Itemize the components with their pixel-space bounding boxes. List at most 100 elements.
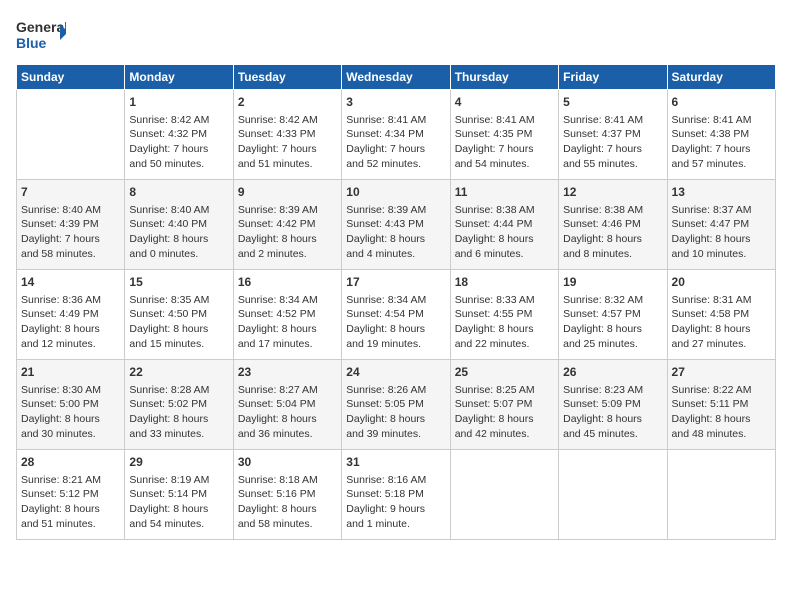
calendar-cell: 29 Sunrise: 8:19 AMSunset: 5:14 PMDayligh… bbox=[125, 450, 233, 540]
calendar-table: SundayMondayTuesdayWednesdayThursdayFrid… bbox=[16, 64, 776, 540]
day-number: 23 bbox=[238, 364, 337, 381]
calendar-cell: 26 Sunrise: 8:23 AMSunset: 5:09 PMDayligh… bbox=[559, 360, 667, 450]
day-info: Sunrise: 8:30 AMSunset: 5:00 PMDaylight:… bbox=[21, 383, 120, 442]
weekday-header-friday: Friday bbox=[559, 65, 667, 90]
logo-svg: General Blue bbox=[16, 16, 66, 56]
day-number: 18 bbox=[455, 274, 554, 291]
day-number: 11 bbox=[455, 184, 554, 201]
day-info: Sunrise: 8:18 AMSunset: 5:16 PMDaylight:… bbox=[238, 473, 337, 532]
day-info: Sunrise: 8:41 AMSunset: 4:35 PMDaylight:… bbox=[455, 113, 554, 172]
day-info: Sunrise: 8:34 AMSunset: 4:54 PMDaylight:… bbox=[346, 293, 445, 352]
day-number: 29 bbox=[129, 454, 228, 471]
day-number: 5 bbox=[563, 94, 662, 111]
day-info: Sunrise: 8:37 AMSunset: 4:47 PMDaylight:… bbox=[672, 203, 771, 262]
day-number: 26 bbox=[563, 364, 662, 381]
svg-text:Blue: Blue bbox=[16, 35, 47, 51]
calendar-cell: 12Sunrise: 8:38 AMSunset: 4:46 PMDayligh… bbox=[559, 180, 667, 270]
calendar-cell: 22 Sunrise: 8:28 AMSunset: 5:02 PMDayligh… bbox=[125, 360, 233, 450]
day-info: Sunrise: 8:41 AMSunset: 4:38 PMDaylight:… bbox=[672, 113, 771, 172]
weekday-header-monday: Monday bbox=[125, 65, 233, 90]
day-info: Sunrise: 8:23 AMSunset: 5:09 PMDaylight:… bbox=[563, 383, 662, 442]
page-header: General Blue bbox=[16, 16, 776, 56]
day-number: 2 bbox=[238, 94, 337, 111]
day-number: 3 bbox=[346, 94, 445, 111]
day-info: Sunrise: 8:16 AMSunset: 5:18 PMDaylight:… bbox=[346, 473, 445, 532]
calendar-cell: 23 Sunrise: 8:27 AMSunset: 5:04 PMDayligh… bbox=[233, 360, 341, 450]
calendar-week-row: 28Sunrise: 8:21 AMSunset: 5:12 PMDayligh… bbox=[17, 450, 776, 540]
calendar-cell: 8Sunrise: 8:40 AMSunset: 4:40 PMDaylight… bbox=[125, 180, 233, 270]
day-info: Sunrise: 8:39 AMSunset: 4:42 PMDaylight:… bbox=[238, 203, 337, 262]
calendar-cell: 15Sunrise: 8:35 AMSunset: 4:50 PMDayligh… bbox=[125, 270, 233, 360]
calendar-week-row: 1Sunrise: 8:42 AMSunset: 4:32 PMDaylight… bbox=[17, 90, 776, 180]
weekday-header-row: SundayMondayTuesdayWednesdayThursdayFrid… bbox=[17, 65, 776, 90]
calendar-cell: 19 Sunrise: 8:32 AMSunset: 4:57 PMDayligh… bbox=[559, 270, 667, 360]
calendar-cell: 16Sunrise: 8:34 AMSunset: 4:52 PMDayligh… bbox=[233, 270, 341, 360]
day-info: Sunrise: 8:22 AMSunset: 5:11 PMDaylight:… bbox=[672, 383, 771, 442]
day-info: Sunrise: 8:40 AMSunset: 4:39 PMDaylight:… bbox=[21, 203, 120, 262]
weekday-header-saturday: Saturday bbox=[667, 65, 775, 90]
calendar-cell: 6 Sunrise: 8:41 AMSunset: 4:38 PMDaylight… bbox=[667, 90, 775, 180]
day-number: 6 bbox=[672, 94, 771, 111]
calendar-cell bbox=[559, 450, 667, 540]
calendar-cell: 2Sunrise: 8:42 AMSunset: 4:33 PMDaylight… bbox=[233, 90, 341, 180]
day-number: 24 bbox=[346, 364, 445, 381]
day-info: Sunrise: 8:41 AMSunset: 4:34 PMDaylight:… bbox=[346, 113, 445, 172]
calendar-cell: 31 Sunrise: 8:16 AMSunset: 5:18 PMDayligh… bbox=[342, 450, 450, 540]
day-info: Sunrise: 8:40 AMSunset: 4:40 PMDaylight:… bbox=[129, 203, 228, 262]
day-info: Sunrise: 8:32 AMSunset: 4:57 PMDaylight:… bbox=[563, 293, 662, 352]
day-number: 10 bbox=[346, 184, 445, 201]
svg-text:General: General bbox=[16, 19, 66, 35]
day-info: Sunrise: 8:25 AMSunset: 5:07 PMDaylight:… bbox=[455, 383, 554, 442]
day-number: 17 bbox=[346, 274, 445, 291]
day-info: Sunrise: 8:41 AMSunset: 4:37 PMDaylight:… bbox=[563, 113, 662, 172]
day-number: 15 bbox=[129, 274, 228, 291]
day-number: 30 bbox=[238, 454, 337, 471]
calendar-cell: 21 Sunrise: 8:30 AMSunset: 5:00 PMDayligh… bbox=[17, 360, 125, 450]
day-number: 31 bbox=[346, 454, 445, 471]
day-info: Sunrise: 8:38 AMSunset: 4:44 PMDaylight:… bbox=[455, 203, 554, 262]
day-info: Sunrise: 8:26 AMSunset: 5:05 PMDaylight:… bbox=[346, 383, 445, 442]
day-number: 27 bbox=[672, 364, 771, 381]
calendar-cell: 10 Sunrise: 8:39 AMSunset: 4:43 PMDayligh… bbox=[342, 180, 450, 270]
calendar-cell: 11 Sunrise: 8:38 AMSunset: 4:44 PMDayligh… bbox=[450, 180, 558, 270]
calendar-cell bbox=[667, 450, 775, 540]
day-info: Sunrise: 8:28 AMSunset: 5:02 PMDaylight:… bbox=[129, 383, 228, 442]
day-info: Sunrise: 8:27 AMSunset: 5:04 PMDaylight:… bbox=[238, 383, 337, 442]
day-info: Sunrise: 8:31 AMSunset: 4:58 PMDaylight:… bbox=[672, 293, 771, 352]
day-number: 16 bbox=[238, 274, 337, 291]
calendar-cell: 1Sunrise: 8:42 AMSunset: 4:32 PMDaylight… bbox=[125, 90, 233, 180]
calendar-cell: 24 Sunrise: 8:26 AMSunset: 5:05 PMDayligh… bbox=[342, 360, 450, 450]
day-number: 19 bbox=[563, 274, 662, 291]
day-number: 13 bbox=[672, 184, 771, 201]
calendar-cell: 14 Sunrise: 8:36 AMSunset: 4:49 PMDayligh… bbox=[17, 270, 125, 360]
calendar-cell: 13 Sunrise: 8:37 AMSunset: 4:47 PMDayligh… bbox=[667, 180, 775, 270]
day-number: 22 bbox=[129, 364, 228, 381]
calendar-cell: 17 Sunrise: 8:34 AMSunset: 4:54 PMDayligh… bbox=[342, 270, 450, 360]
day-number: 21 bbox=[21, 364, 120, 381]
calendar-cell: 5 Sunrise: 8:41 AMSunset: 4:37 PMDaylight… bbox=[559, 90, 667, 180]
day-number: 9 bbox=[238, 184, 337, 201]
day-info: Sunrise: 8:36 AMSunset: 4:49 PMDaylight:… bbox=[21, 293, 120, 352]
day-number: 25 bbox=[455, 364, 554, 381]
calendar-cell bbox=[17, 90, 125, 180]
weekday-header-thursday: Thursday bbox=[450, 65, 558, 90]
calendar-cell: 7Sunrise: 8:40 AMSunset: 4:39 PMDaylight… bbox=[17, 180, 125, 270]
calendar-cell: 4 Sunrise: 8:41 AMSunset: 4:35 PMDaylight… bbox=[450, 90, 558, 180]
calendar-cell: 28Sunrise: 8:21 AMSunset: 5:12 PMDayligh… bbox=[17, 450, 125, 540]
weekday-header-wednesday: Wednesday bbox=[342, 65, 450, 90]
calendar-cell: 3 Sunrise: 8:41 AMSunset: 4:34 PMDaylight… bbox=[342, 90, 450, 180]
calendar-cell: 30 Sunrise: 8:18 AMSunset: 5:16 PMDayligh… bbox=[233, 450, 341, 540]
day-info: Sunrise: 8:39 AMSunset: 4:43 PMDaylight:… bbox=[346, 203, 445, 262]
day-number: 28 bbox=[21, 454, 120, 471]
day-info: Sunrise: 8:38 AMSunset: 4:46 PMDaylight:… bbox=[563, 203, 662, 262]
day-number: 4 bbox=[455, 94, 554, 111]
day-info: Sunrise: 8:42 AMSunset: 4:32 PMDaylight:… bbox=[129, 113, 228, 172]
day-info: Sunrise: 8:19 AMSunset: 5:14 PMDaylight:… bbox=[129, 473, 228, 532]
calendar-week-row: 14 Sunrise: 8:36 AMSunset: 4:49 PMDayligh… bbox=[17, 270, 776, 360]
day-number: 14 bbox=[21, 274, 120, 291]
calendar-week-row: 21 Sunrise: 8:30 AMSunset: 5:00 PMDayligh… bbox=[17, 360, 776, 450]
calendar-week-row: 7Sunrise: 8:40 AMSunset: 4:39 PMDaylight… bbox=[17, 180, 776, 270]
calendar-cell: 20Sunrise: 8:31 AMSunset: 4:58 PMDayligh… bbox=[667, 270, 775, 360]
calendar-cell: 25 Sunrise: 8:25 AMSunset: 5:07 PMDayligh… bbox=[450, 360, 558, 450]
calendar-cell bbox=[450, 450, 558, 540]
